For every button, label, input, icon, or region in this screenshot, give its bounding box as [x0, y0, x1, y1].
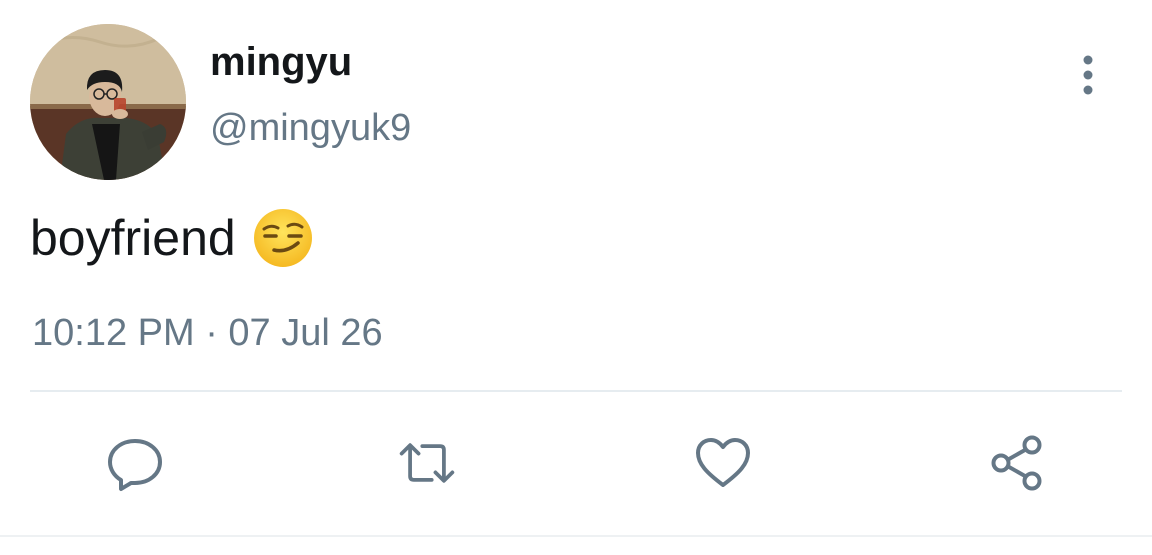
retweet-button[interactable]	[396, 432, 458, 494]
avatar-photo	[30, 24, 186, 180]
smirking-face-icon	[252, 207, 314, 269]
share-button[interactable]	[986, 432, 1048, 494]
tweet-text: boyfriend	[30, 210, 236, 266]
bottom-divider	[0, 535, 1152, 537]
more-options-button[interactable]	[1066, 50, 1110, 100]
retweet-icon	[399, 443, 455, 483]
reply-button[interactable]	[104, 432, 166, 494]
avatar[interactable]	[30, 24, 186, 180]
reply-icon	[108, 439, 162, 491]
divider	[30, 390, 1122, 392]
like-button[interactable]	[692, 432, 754, 494]
heart-icon	[696, 438, 750, 487]
vertical-ellipsis-icon	[1083, 55, 1093, 95]
share-icon	[991, 435, 1042, 491]
tweet-body: boyfriend	[30, 205, 314, 271]
tweet-timestamp: 10:12 PM · 07 Jul 26	[32, 312, 383, 354]
display-name[interactable]: mingyu	[210, 38, 352, 86]
user-handle[interactable]: @mingyuk9	[210, 105, 411, 151]
